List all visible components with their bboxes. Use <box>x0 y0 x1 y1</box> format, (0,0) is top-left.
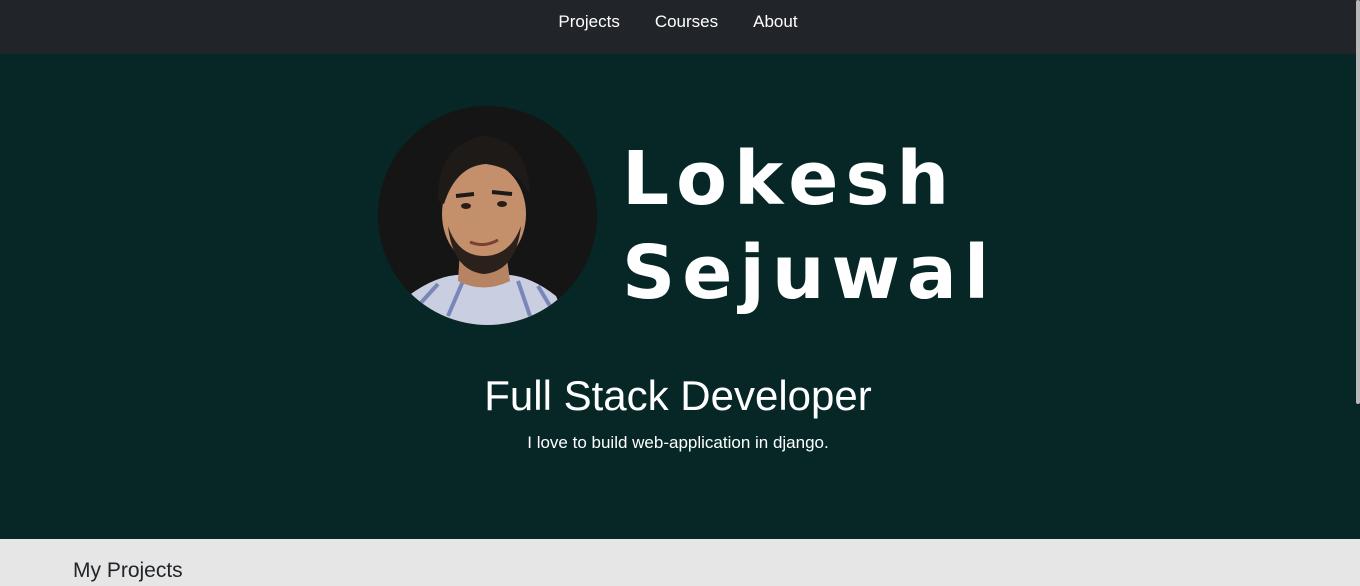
projects-heading: My Projects <box>73 559 183 582</box>
projects-section: My Projects <box>0 539 1360 586</box>
hero-name: Lokesh Sejuwal <box>622 136 997 316</box>
nav-links: Projects Courses About <box>0 0 1356 44</box>
profile-photo <box>378 106 597 325</box>
page-scrollbar[interactable] <box>1356 0 1360 404</box>
hero-role: Full Stack Developer <box>484 372 872 419</box>
profile-photo-illustration <box>378 106 597 325</box>
nav-link-projects[interactable]: Projects <box>558 12 619 32</box>
nav-link-courses[interactable]: Courses <box>655 12 718 32</box>
nav-link-about[interactable]: About <box>753 12 797 32</box>
hero-section: Lokesh Sejuwal Full Stack Developer I lo… <box>0 54 1360 539</box>
navbar: Projects Courses About <box>0 0 1360 54</box>
hero-tagline: I love to build web-application in djang… <box>527 433 829 452</box>
